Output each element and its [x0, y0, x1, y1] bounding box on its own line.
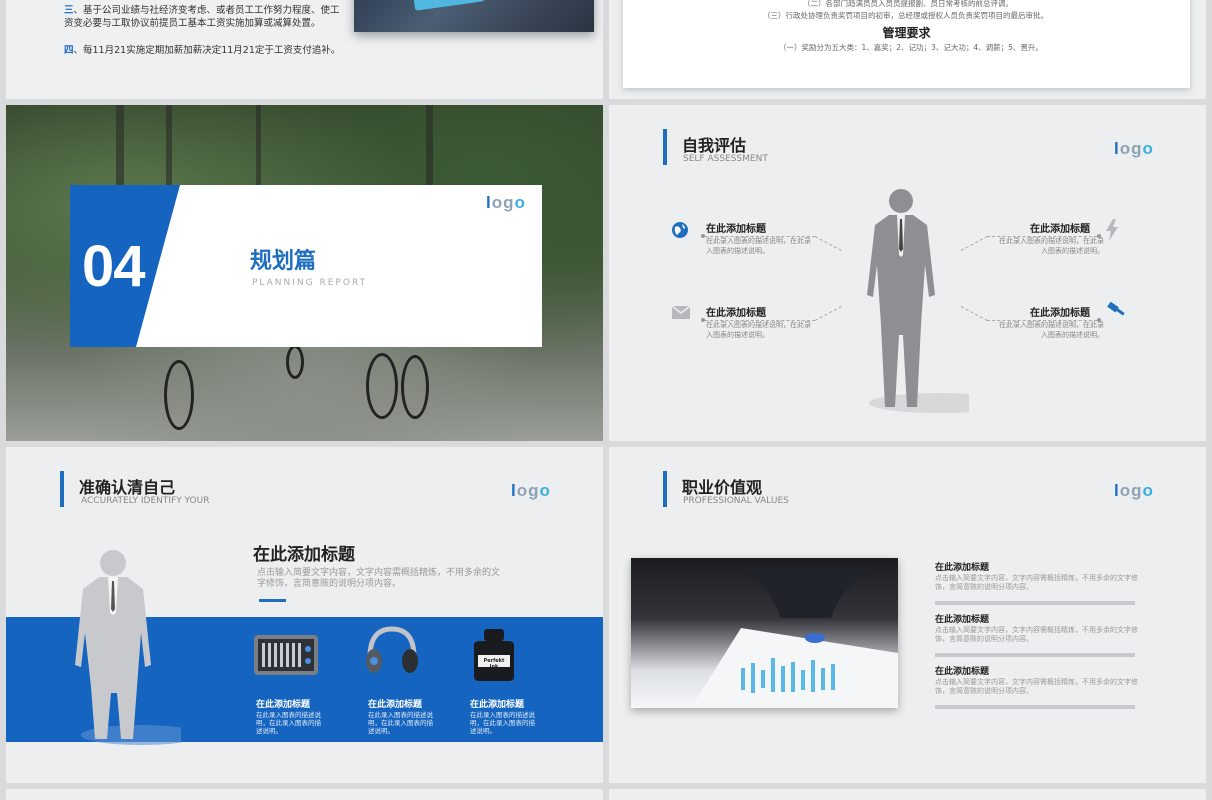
lightning-icon — [1106, 219, 1118, 241]
doc-line-1: （二）各部门趋满员员入员员提报副、员日常考核的前总评调。 — [803, 0, 1013, 8]
section-subtitle: PLANNING REPORT — [252, 278, 368, 288]
slide-4-thumbnail[interactable]: 自我评估 SELF ASSESSMENT logo 在此添加标题 在此录入图表的… — [609, 105, 1206, 441]
item-title-3: 在此添加标题 — [935, 667, 990, 677]
connector-dot — [1097, 234, 1101, 238]
logo: logo — [1114, 481, 1154, 500]
item-title-2: 在此添加标题 — [706, 308, 766, 319]
connector-line — [705, 236, 815, 237]
content-paragraph: 点击输入简要文字内容，文字内容需概括精炼，不用多余的文字修饰，言简意赅的说明分项… — [257, 568, 501, 589]
doc-line-2: （三）行政处协理负责奖罚项目的初审，总经理或授权人员负责奖罚项目的最后审批。 — [763, 11, 1048, 20]
item-desc-2: 点击输入简要文字内容，文字内容需概括精炼，不用多余的文字修饰，言简意赅的说明分项… — [935, 626, 1138, 643]
section-number: 04 — [82, 234, 146, 299]
bicycle-wheel — [286, 345, 304, 379]
bicycle-wheel — [164, 360, 194, 430]
item-desc-2: 在此录入图表的描述说明，在此录入图表的描述说明。 — [706, 321, 811, 339]
tree-trunk — [256, 105, 261, 195]
connector-line — [814, 305, 842, 321]
bicycle-wheel — [401, 355, 429, 419]
accent-line — [259, 599, 286, 602]
slide-6-thumbnail[interactable]: 职业价值观 PROFESSIONAL VALUES logo 在此添加标题 点击… — [609, 447, 1206, 783]
paragraph-4: 四、每11月21实施定期加薪加薪决定11月21定于工资支付追补。 — [64, 44, 344, 57]
section-bar — [663, 471, 667, 507]
document-paper: （二）各部门趋满员员入员员提报副、员日常考核的前总评调。 （三）行政处协理负责奖… — [623, 0, 1190, 88]
business-meeting-photo — [631, 558, 898, 708]
item-title-1: 在此添加标题 — [935, 563, 990, 573]
chart-paper-graphic — [691, 568, 898, 708]
paragraph-4-number: 四 — [64, 45, 74, 56]
doc-heading: 管理要求 — [882, 26, 931, 40]
item-desc-1: 在此录入图表的描述说明，在此录入图表的描述说明。 — [256, 711, 321, 735]
slide-3-thumbnail[interactable]: 04 规划篇 PLANNING REPORT logo — [6, 105, 603, 441]
paragraph-3-number: 三 — [64, 5, 74, 16]
connector-line — [814, 236, 842, 252]
item-divider — [935, 705, 1135, 709]
globe-icon — [672, 222, 688, 238]
item-title-3: 在此添加标题 — [1030, 224, 1090, 235]
item-title-2: 在此添加标题 — [368, 700, 423, 710]
slide-subtitle: ACCURATELY IDENTIFY YOUR — [81, 496, 210, 506]
item-desc-1: 点击输入简要文字内容，文字内容需概括精炼，不用多余的文字修饰，言简意赅的说明分项… — [935, 574, 1138, 591]
connector-dot — [1097, 318, 1101, 322]
tree-trunk — [166, 105, 172, 195]
ink-bottle-icon — [474, 629, 514, 681]
paragraph-4-text: 、每11月21实施定期加薪加薪决定11月21定于工资支付追补。 — [73, 45, 341, 56]
section-bar — [663, 129, 667, 165]
bicycle-wheel — [366, 353, 398, 419]
tree-trunk — [116, 105, 124, 195]
slide-title: 自我评估 — [682, 136, 747, 155]
section-title: 规划篇 — [250, 249, 317, 274]
tree-trunk — [426, 105, 433, 195]
card-shape — [413, 0, 485, 11]
item-desc-3: 在此录入图表的描述说明，在此录入图表的描述说明。 — [999, 237, 1104, 255]
paragraph-3: 三、基于公司业绩与社经济变考虑、或者员工工作努力程度、使工资变必要与工取协议前提… — [64, 4, 344, 30]
slide-1-thumbnail[interactable]: 三、基于公司业绩与社经济变考虑、或者员工工作努力程度、使工资变必要与工取协议前提… — [6, 0, 603, 99]
item-title-1: 在此添加标题 — [706, 224, 766, 235]
slide-subtitle: SELF ASSESSMENT — [683, 154, 768, 164]
item-title-1: 在此添加标题 — [256, 700, 311, 710]
item-desc-1: 在此录入图表的描述说明，在此录入图表的描述说明。 — [706, 237, 811, 255]
item-desc-4: 在此录入图表的描述说明，在此录入图表的描述说明。 — [999, 321, 1104, 339]
businessman-silhouette — [867, 189, 969, 413]
item-divider — [935, 653, 1135, 657]
slide-8-thumbnail[interactable] — [609, 789, 1206, 800]
logo: logo — [511, 481, 551, 500]
businessman-silhouette — [75, 550, 181, 745]
slide-title: 职业价值观 — [682, 478, 763, 497]
section-banner: 04 规划篇 PLANNING REPORT logo — [70, 185, 542, 347]
slide-7-thumbnail[interactable] — [6, 789, 603, 800]
item-divider — [935, 601, 1135, 605]
content-heading: 在此添加标题 — [253, 545, 355, 565]
item-desc-2: 在此录入图表的描述说明，在此录入图表的描述说明。 — [368, 711, 433, 735]
item-desc-3: 点击输入简要文字内容，文字内容需概括精炼，不用多余的文字修饰，言简意赅的说明分项… — [935, 678, 1138, 695]
hand-card-photo — [354, 0, 594, 32]
ink-label: Perfekt Ink — [483, 658, 505, 670]
connector-line — [987, 236, 1097, 237]
logo: logo — [1114, 139, 1154, 158]
connector-line — [705, 320, 815, 321]
item-title-4: 在此添加标题 — [1030, 308, 1090, 319]
paragraph-3-text: 、基于公司业绩与社经济变考虑、或者员工工作努力程度、使工资变必要与工取协议前提员… — [64, 5, 340, 29]
item-desc-3: 在此录入图表的描述说明，在此录入图表的描述说明。 — [470, 711, 535, 735]
section-bar — [60, 471, 64, 507]
connector-line — [987, 320, 1097, 321]
equalizer-icon — [254, 635, 318, 675]
slide-2-thumbnail[interactable]: （二）各部门趋满员员入员员提报副、员日常考核的前总评调。 （三）行政处协理负责奖… — [609, 0, 1206, 99]
item-title-2: 在此添加标题 — [935, 615, 990, 625]
logo: logo — [486, 193, 526, 212]
slide-5-thumbnail[interactable]: 准确认清自己 ACCURATELY IDENTIFY YOUR logo 在此添… — [6, 447, 603, 783]
gavel-icon — [1107, 302, 1125, 316]
item-title-3: 在此添加标题 — [470, 700, 525, 710]
slide-title: 准确认清自己 — [79, 478, 176, 497]
headphones-icon — [366, 626, 418, 673]
envelope-icon — [672, 306, 690, 319]
slide-subtitle: PROFESSIONAL VALUES — [683, 496, 789, 506]
doc-line-3: （一）奖励分为五大类：1、嘉奖；2、记功；3、记大功；4、调薪；5、晋升。 — [779, 43, 1043, 52]
